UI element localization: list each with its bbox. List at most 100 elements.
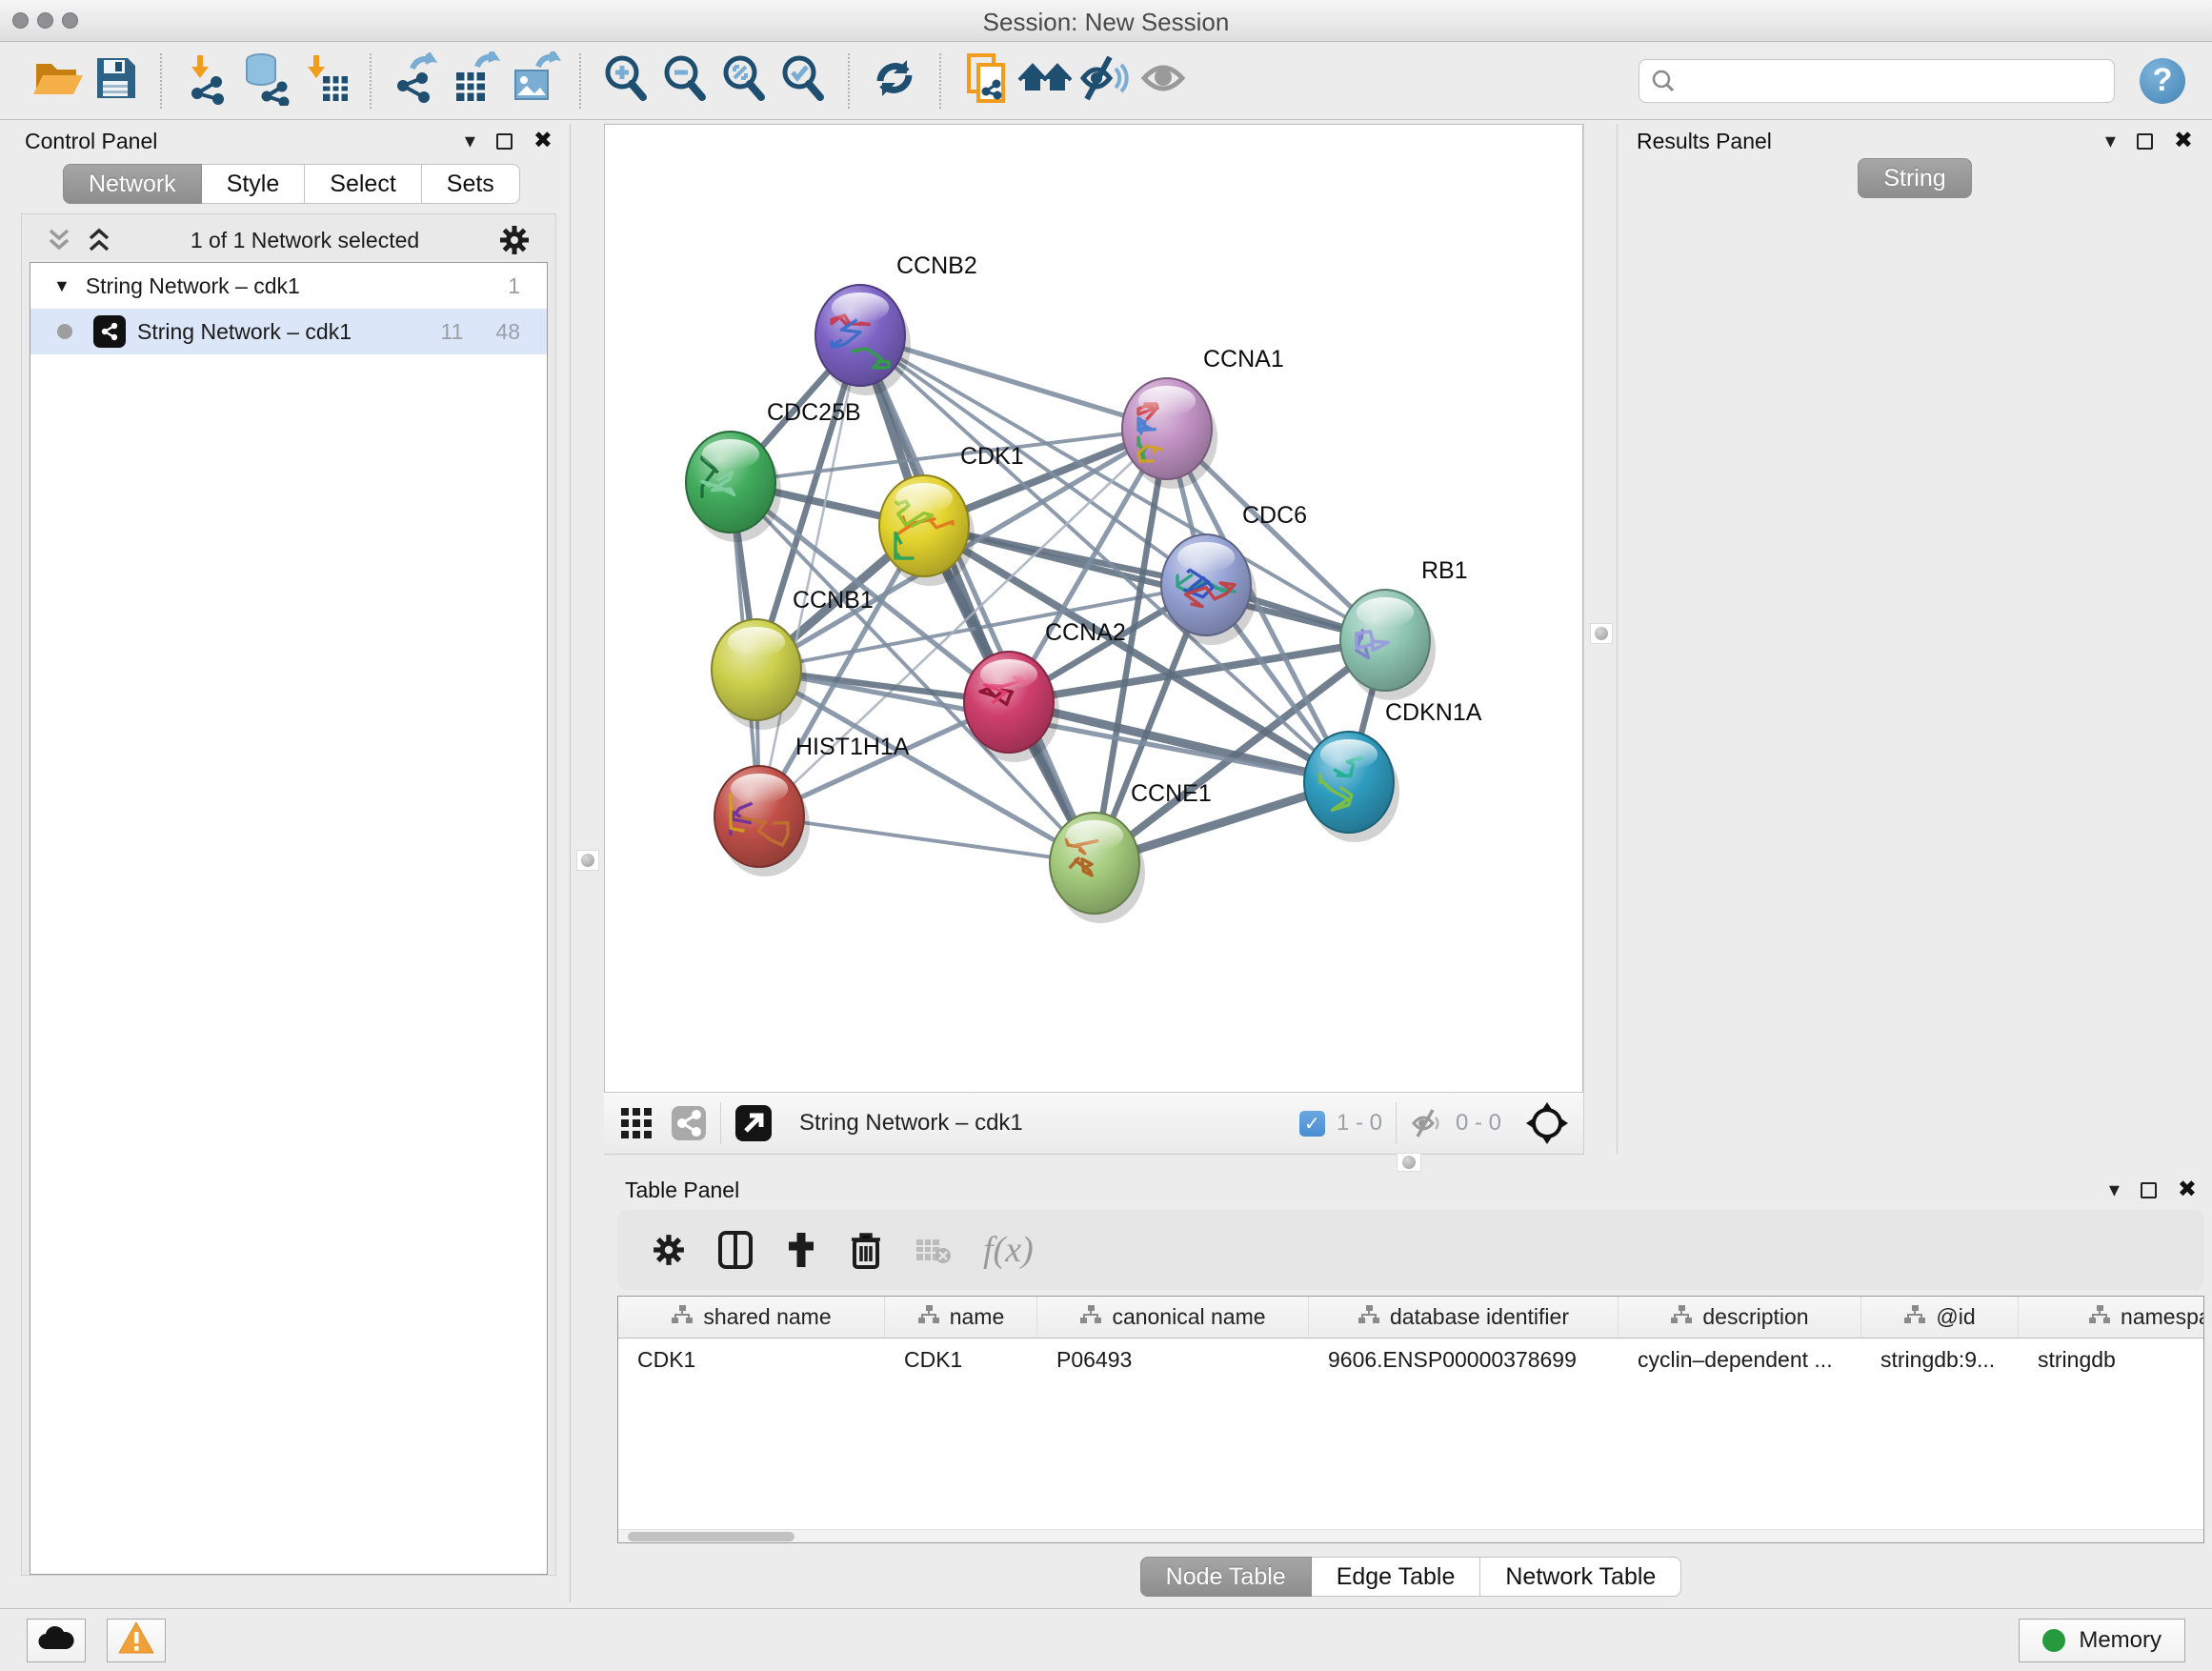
network-list-row[interactable]: String Network – cdk1 11 48 bbox=[30, 309, 547, 354]
left-splitter[interactable] bbox=[570, 124, 604, 1602]
table-cell[interactable]: stringdb:9... bbox=[1861, 1339, 2019, 1380]
horizontal-splitter-handle[interactable] bbox=[1397, 1153, 1421, 1172]
show-columns-icon[interactable] bbox=[718, 1231, 753, 1269]
column-header-@id[interactable]: @id bbox=[1861, 1297, 2019, 1338]
tab-node-table[interactable]: Node Table bbox=[1140, 1557, 1312, 1597]
tab-sets[interactable]: Sets bbox=[422, 164, 520, 204]
accordion-collapse-icon[interactable]: ▼ bbox=[1703, 308, 1720, 328]
search-input[interactable] bbox=[1685, 67, 2102, 95]
help-button[interactable]: ? bbox=[2140, 58, 2185, 104]
crosslink-link[interactable]: P06493 bbox=[1902, 894, 2191, 922]
crosslink-link[interactable]: P06493 bbox=[1902, 1025, 2191, 1054]
collapse-all-networks-icon[interactable] bbox=[47, 227, 71, 253]
table-cell[interactable]: CDK1 bbox=[885, 1339, 1037, 1380]
network-toolbar-separator bbox=[1396, 1102, 1397, 1144]
network-canvas[interactable]: CCNB2CCNA1CDC25BCDK1CDC6RB1CCNB1CCNA2CDK… bbox=[604, 124, 1583, 1092]
collection-count: 1 bbox=[508, 273, 520, 299]
panel-close-icon[interactable]: ✖ bbox=[2178, 1178, 2197, 1201]
column-header-database-identifier[interactable]: database identifier bbox=[1309, 1297, 1619, 1338]
apply-layout-button[interactable] bbox=[865, 51, 924, 111]
global-search-box[interactable] bbox=[1639, 59, 2115, 103]
tab-edge-table[interactable]: Edge Table bbox=[1312, 1557, 1481, 1597]
string-protein-query-button[interactable] bbox=[956, 51, 1016, 111]
table-settings-gear-icon[interactable] bbox=[652, 1233, 686, 1267]
crosslink-link[interactable]: 9606.ENSP00000378699 bbox=[1902, 937, 2191, 966]
table-cell[interactable]: cyclin–dependent ... bbox=[1619, 1339, 1861, 1380]
hidden-eye-slash-icon[interactable] bbox=[1410, 1106, 1444, 1140]
cloud-icon bbox=[37, 1624, 75, 1656]
network-options-gear-icon[interactable] bbox=[498, 224, 531, 256]
tab-select[interactable]: Select bbox=[305, 164, 421, 204]
collapse-all-button[interactable]: Collapse All bbox=[1920, 235, 2123, 277]
panel-close-icon[interactable]: ✖ bbox=[533, 130, 553, 152]
table-cell[interactable]: stringdb bbox=[2019, 1339, 2204, 1380]
network-selection-status: 1 of 1 Network selected bbox=[111, 228, 498, 253]
expand-all-button[interactable]: Expand All bbox=[1708, 235, 1889, 277]
fit-selected-crosshair-icon[interactable] bbox=[1526, 1102, 1568, 1144]
export-table-button[interactable] bbox=[446, 51, 505, 111]
table-hscrollbar[interactable] bbox=[618, 1529, 2203, 1542]
network-collection-row[interactable]: ▼ String Network – cdk1 1 bbox=[30, 263, 547, 309]
warning-status-button[interactable] bbox=[107, 1619, 166, 1662]
cloud-status-button[interactable] bbox=[27, 1619, 86, 1662]
export-image-button[interactable] bbox=[505, 51, 564, 111]
save-session-button[interactable] bbox=[86, 51, 145, 111]
collection-expand-icon[interactable]: ▼ bbox=[53, 276, 70, 296]
column-header-name[interactable]: name bbox=[885, 1297, 1037, 1338]
delete-column-trash-icon[interactable] bbox=[850, 1231, 882, 1269]
create-column-plus-icon[interactable] bbox=[785, 1231, 817, 1269]
left-splitter-handle[interactable] bbox=[576, 850, 599, 871]
network-share-icon[interactable] bbox=[671, 1105, 707, 1141]
tab-network[interactable]: Network bbox=[63, 164, 202, 204]
table-header-row[interactable]: shared namenamecanonical namedatabase id… bbox=[618, 1297, 2203, 1339]
panel-menu-icon[interactable]: ▾ bbox=[465, 131, 475, 151]
panel-float-icon[interactable] bbox=[2141, 1182, 2157, 1198]
table-cell[interactable]: CDK1 bbox=[618, 1339, 885, 1380]
open-session-button[interactable] bbox=[27, 51, 86, 111]
column-header-shared-name[interactable]: shared name bbox=[618, 1297, 885, 1338]
crosslink-link[interactable]: 9606.ENSP00000378699 bbox=[1902, 981, 2191, 1010]
right-splitter[interactable] bbox=[1583, 124, 1618, 1155]
tab-string[interactable]: String bbox=[1858, 158, 1971, 198]
hide-glass-pane-button[interactable] bbox=[1075, 51, 1134, 111]
panel-menu-icon[interactable]: ▾ bbox=[2109, 1179, 2120, 1200]
zoom-in-button[interactable] bbox=[596, 51, 655, 111]
import-network-file-button[interactable] bbox=[177, 51, 236, 111]
node-table[interactable]: shared namenamecanonical namedatabase id… bbox=[617, 1296, 2204, 1543]
protein-accordion-header[interactable]: ▼ CDK1 bbox=[1635, 295, 2191, 341]
table-body[interactable]: CDK1CDK1P064939606.ENSP00000378699cyclin… bbox=[618, 1339, 2203, 1380]
panel-menu-icon[interactable]: ▾ bbox=[2105, 131, 2116, 151]
memory-status-dot bbox=[2042, 1629, 2065, 1652]
column-header-namespace[interactable]: namespace bbox=[2019, 1297, 2204, 1338]
string-network-graph[interactable]: CCNB2CCNA1CDC25BCDK1CDC6RB1CCNB1CCNA2CDK… bbox=[605, 125, 1582, 1091]
zoom-out-button[interactable] bbox=[655, 51, 714, 111]
tab-network-table[interactable]: Network Table bbox=[1480, 1557, 1681, 1597]
table-hscrollbar-thumb[interactable] bbox=[628, 1532, 794, 1541]
tab-style[interactable]: Style bbox=[202, 164, 306, 204]
string-home-button[interactable] bbox=[1016, 51, 1075, 111]
right-splitter-handle[interactable] bbox=[1590, 623, 1613, 644]
import-network-database-button[interactable] bbox=[236, 51, 295, 111]
zoom-fit-button[interactable] bbox=[714, 51, 774, 111]
horizontal-splitter[interactable] bbox=[604, 1155, 2212, 1172]
panel-float-icon[interactable] bbox=[496, 133, 513, 150]
selected-checkbox[interactable]: ✓ bbox=[1299, 1111, 1325, 1137]
table-cell[interactable]: P06493 bbox=[1037, 1339, 1309, 1380]
show-glass-pane-button[interactable] bbox=[1134, 51, 1193, 111]
import-table-file-button[interactable] bbox=[295, 51, 354, 111]
crosslink-link[interactable]: P06493 bbox=[1902, 850, 2191, 878]
column-header-description[interactable]: description bbox=[1619, 1297, 1861, 1338]
birdseye-view-icon[interactable] bbox=[619, 1106, 654, 1140]
export-network-button[interactable] bbox=[387, 51, 446, 111]
open-in-window-icon[interactable] bbox=[734, 1104, 773, 1142]
svg-text:CDC6: CDC6 bbox=[1242, 502, 1307, 529]
memory-button[interactable]: Memory bbox=[2019, 1619, 2185, 1662]
hidden-counts: 0 - 0 bbox=[1456, 1110, 1501, 1137]
panel-float-icon[interactable] bbox=[2137, 133, 2153, 150]
table-cell[interactable]: 9606.ENSP00000378699 bbox=[1309, 1339, 1619, 1380]
zoom-selected-button[interactable] bbox=[774, 51, 833, 111]
table-row[interactable]: CDK1CDK1P064939606.ENSP00000378699cyclin… bbox=[618, 1339, 2203, 1380]
column-header-canonical-name[interactable]: canonical name bbox=[1037, 1297, 1309, 1338]
expand-all-networks-icon[interactable] bbox=[87, 227, 111, 253]
panel-close-icon[interactable]: ✖ bbox=[2174, 130, 2193, 152]
